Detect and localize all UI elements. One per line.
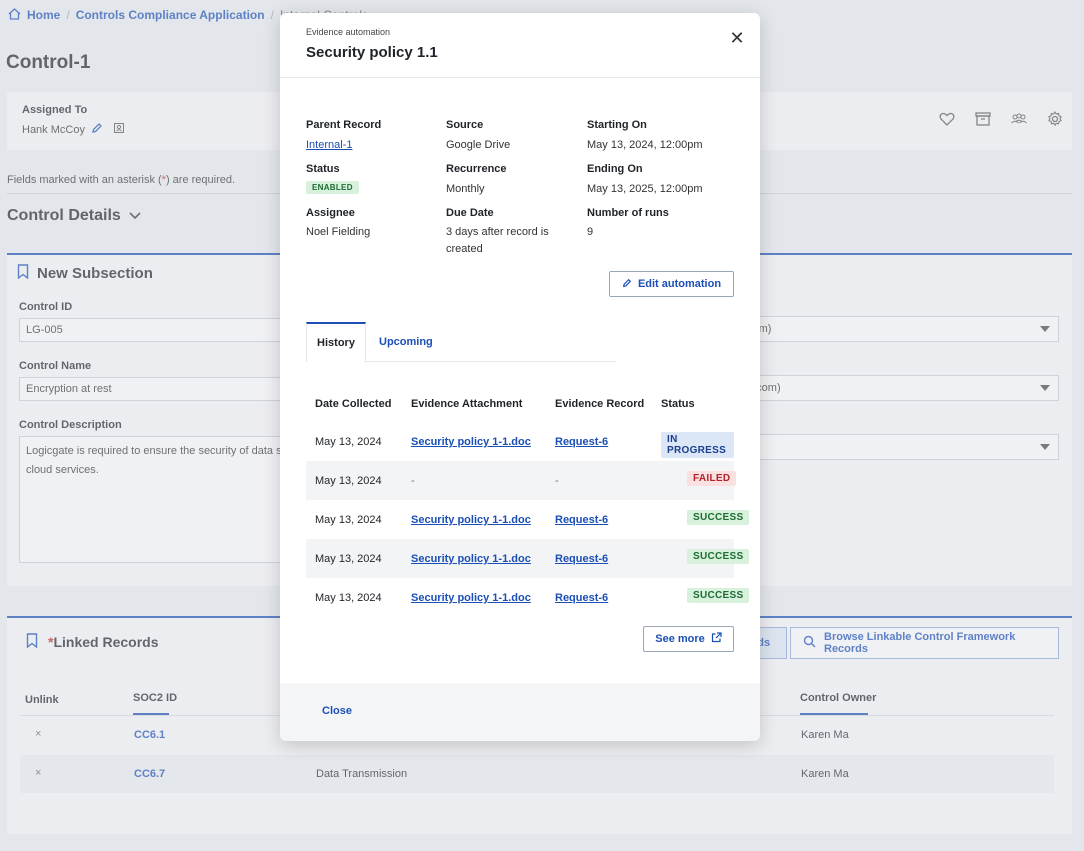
status-badge: SUCCESS xyxy=(687,588,750,603)
date-collected: May 13, 2024 xyxy=(315,475,382,487)
assignee-label: Assignee xyxy=(306,207,355,219)
evidence-record-link[interactable]: Request-6 xyxy=(555,592,608,604)
date-collected: May 13, 2024 xyxy=(315,592,382,604)
status-badge: SUCCESS xyxy=(687,510,750,525)
evidence-attachment-link[interactable]: Security policy 1-1.doc xyxy=(411,514,531,526)
parent-record-label: Parent Record xyxy=(306,119,382,131)
edit-automation-button[interactable]: Edit automation xyxy=(609,271,734,297)
recurrence-label: Recurrence xyxy=(446,163,507,175)
due-date-value: 3 days after record is created xyxy=(446,226,549,255)
parent-record-link[interactable]: Internal-1 xyxy=(306,137,352,154)
table-row: May 13, 2024 Security policy 1-1.doc Req… xyxy=(306,539,750,578)
modal-kicker: Evidence automation xyxy=(306,27,391,37)
pencil-icon xyxy=(622,278,632,291)
close-button[interactable]: Close xyxy=(322,705,352,717)
date-collected: May 13, 2024 xyxy=(315,553,382,565)
ending-on-label: Ending On xyxy=(587,163,643,175)
status-badge: SUCCESS xyxy=(687,549,750,564)
evidence-automation-modal: Evidence automation Security policy 1.1 … xyxy=(280,13,760,741)
source-value: Google Drive xyxy=(446,139,511,151)
evidence-record-link[interactable]: Request-6 xyxy=(555,514,608,526)
table-row: May 13, 2024 Security policy 1-1.doc Req… xyxy=(306,422,734,461)
number-of-runs-label: Number of runs xyxy=(587,207,669,219)
starting-on-value: May 13, 2024, 12:00pm xyxy=(587,139,703,151)
status-badge: ENABLED xyxy=(306,181,359,194)
modal-title: Security policy 1.1 xyxy=(306,44,438,61)
number-of-runs-value: 9 xyxy=(587,226,594,238)
modal-footer xyxy=(280,683,760,741)
evidence-record-empty: - xyxy=(555,475,559,487)
date-collected: May 13, 2024 xyxy=(315,514,382,526)
column-header-evidence-record: Evidence Record xyxy=(555,398,645,410)
close-icon[interactable]: ✕ xyxy=(726,27,748,49)
evidence-attachment-link[interactable]: Security policy 1-1.doc xyxy=(411,592,531,604)
recurrence-value: Monthly xyxy=(446,183,485,195)
tab-history[interactable]: History xyxy=(306,322,366,362)
source-label: Source xyxy=(446,119,484,131)
external-link-icon xyxy=(711,632,722,646)
status-badge: IN PROGRESS xyxy=(661,432,734,458)
starting-on-label: Starting On xyxy=(587,119,647,131)
table-row: May 13, 2024 - - FAILED xyxy=(306,461,737,500)
date-collected: May 13, 2024 xyxy=(315,436,382,448)
tab-upcoming[interactable]: Upcoming xyxy=(379,322,433,362)
evidence-attachment-link[interactable]: Security policy 1-1.doc xyxy=(411,436,531,448)
evidence-record-link[interactable]: Request-6 xyxy=(555,436,608,448)
divider xyxy=(280,77,760,78)
assignee-value: Noel Fielding xyxy=(306,226,371,238)
evidence-attachment-link[interactable]: Security policy 1-1.doc xyxy=(411,553,531,565)
column-header-date-collected: Date Collected xyxy=(315,398,392,410)
ending-on-value: May 13, 2025, 12:00pm xyxy=(587,183,703,195)
due-date-label: Due Date xyxy=(446,207,494,219)
table-row: May 13, 2024 Security policy 1-1.doc Req… xyxy=(306,578,750,617)
see-more-button[interactable]: See more xyxy=(643,626,734,652)
status-label: Status xyxy=(306,163,340,175)
evidence-record-link[interactable]: Request-6 xyxy=(555,553,608,565)
column-header-status: Status xyxy=(661,398,695,410)
tab-bar: History Upcoming xyxy=(306,322,616,362)
column-header-evidence-attachment: Evidence Attachment xyxy=(411,398,523,410)
evidence-attachment-empty: - xyxy=(411,475,415,487)
table-row: May 13, 2024 Security policy 1-1.doc Req… xyxy=(306,500,750,539)
status-badge: FAILED xyxy=(687,471,737,486)
